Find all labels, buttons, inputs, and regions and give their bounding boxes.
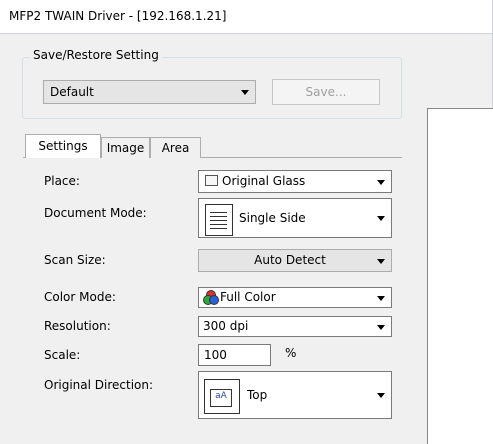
rgb-dots-icon xyxy=(203,290,219,305)
place-label: Place: xyxy=(44,174,80,188)
save-button[interactable]: Save... xyxy=(272,79,380,105)
place-value: Original Glass xyxy=(222,174,306,188)
chevron-down-icon xyxy=(377,216,385,221)
document-mode-select[interactable]: Single Side xyxy=(198,198,392,238)
save-restore-selected: Default xyxy=(50,85,94,99)
save-restore-select[interactable]: Default xyxy=(43,80,256,104)
glass-icon xyxy=(205,175,218,186)
chevron-down-icon xyxy=(241,90,249,95)
direction-icon-text: aA xyxy=(210,389,232,407)
color-mode-label: Color Mode: xyxy=(44,290,116,304)
color-mode-value: Full Color xyxy=(220,290,276,304)
resolution-value: 300 dpi xyxy=(203,319,249,333)
scale-unit: % xyxy=(285,346,297,360)
color-mode-select[interactable]: Full Color xyxy=(198,287,392,308)
tab-image[interactable]: Image xyxy=(101,137,150,158)
original-direction-value: Top xyxy=(247,388,268,402)
place-select[interactable]: Original Glass xyxy=(198,170,392,193)
scan-size-select[interactable]: Auto Detect xyxy=(198,249,392,272)
tab-area[interactable]: Area xyxy=(150,137,201,158)
scale-label: Scale: xyxy=(44,348,81,362)
preview-panel xyxy=(427,108,493,444)
scan-size-value: Auto Detect xyxy=(254,253,326,267)
chevron-down-icon xyxy=(377,258,385,264)
direction-icon: aA xyxy=(204,379,240,414)
original-direction-label: Original Direction: xyxy=(44,378,154,392)
document-mode-value: Single Side xyxy=(239,211,306,225)
resolution-select[interactable]: 300 dpi xyxy=(198,316,392,337)
document-icon xyxy=(205,204,233,236)
document-mode-label: Document Mode: xyxy=(44,206,147,220)
original-direction-select[interactable]: aA Top xyxy=(198,371,392,419)
chevron-down-icon xyxy=(377,295,385,301)
resolution-label: Resolution: xyxy=(44,319,111,333)
chevron-down-icon xyxy=(377,179,385,185)
tab-settings[interactable]: Settings xyxy=(25,134,101,158)
save-restore-label: Save/Restore Setting xyxy=(30,48,162,62)
title-bar: MFP2 TWAIN Driver - [192.168.1.21] xyxy=(0,0,493,34)
scan-size-label: Scan Size: xyxy=(44,253,106,267)
chevron-down-icon xyxy=(377,324,385,330)
window-title: MFP2 TWAIN Driver - [192.168.1.21] xyxy=(9,9,227,23)
scale-input[interactable]: 100 xyxy=(198,344,271,366)
chevron-down-icon xyxy=(377,393,385,398)
